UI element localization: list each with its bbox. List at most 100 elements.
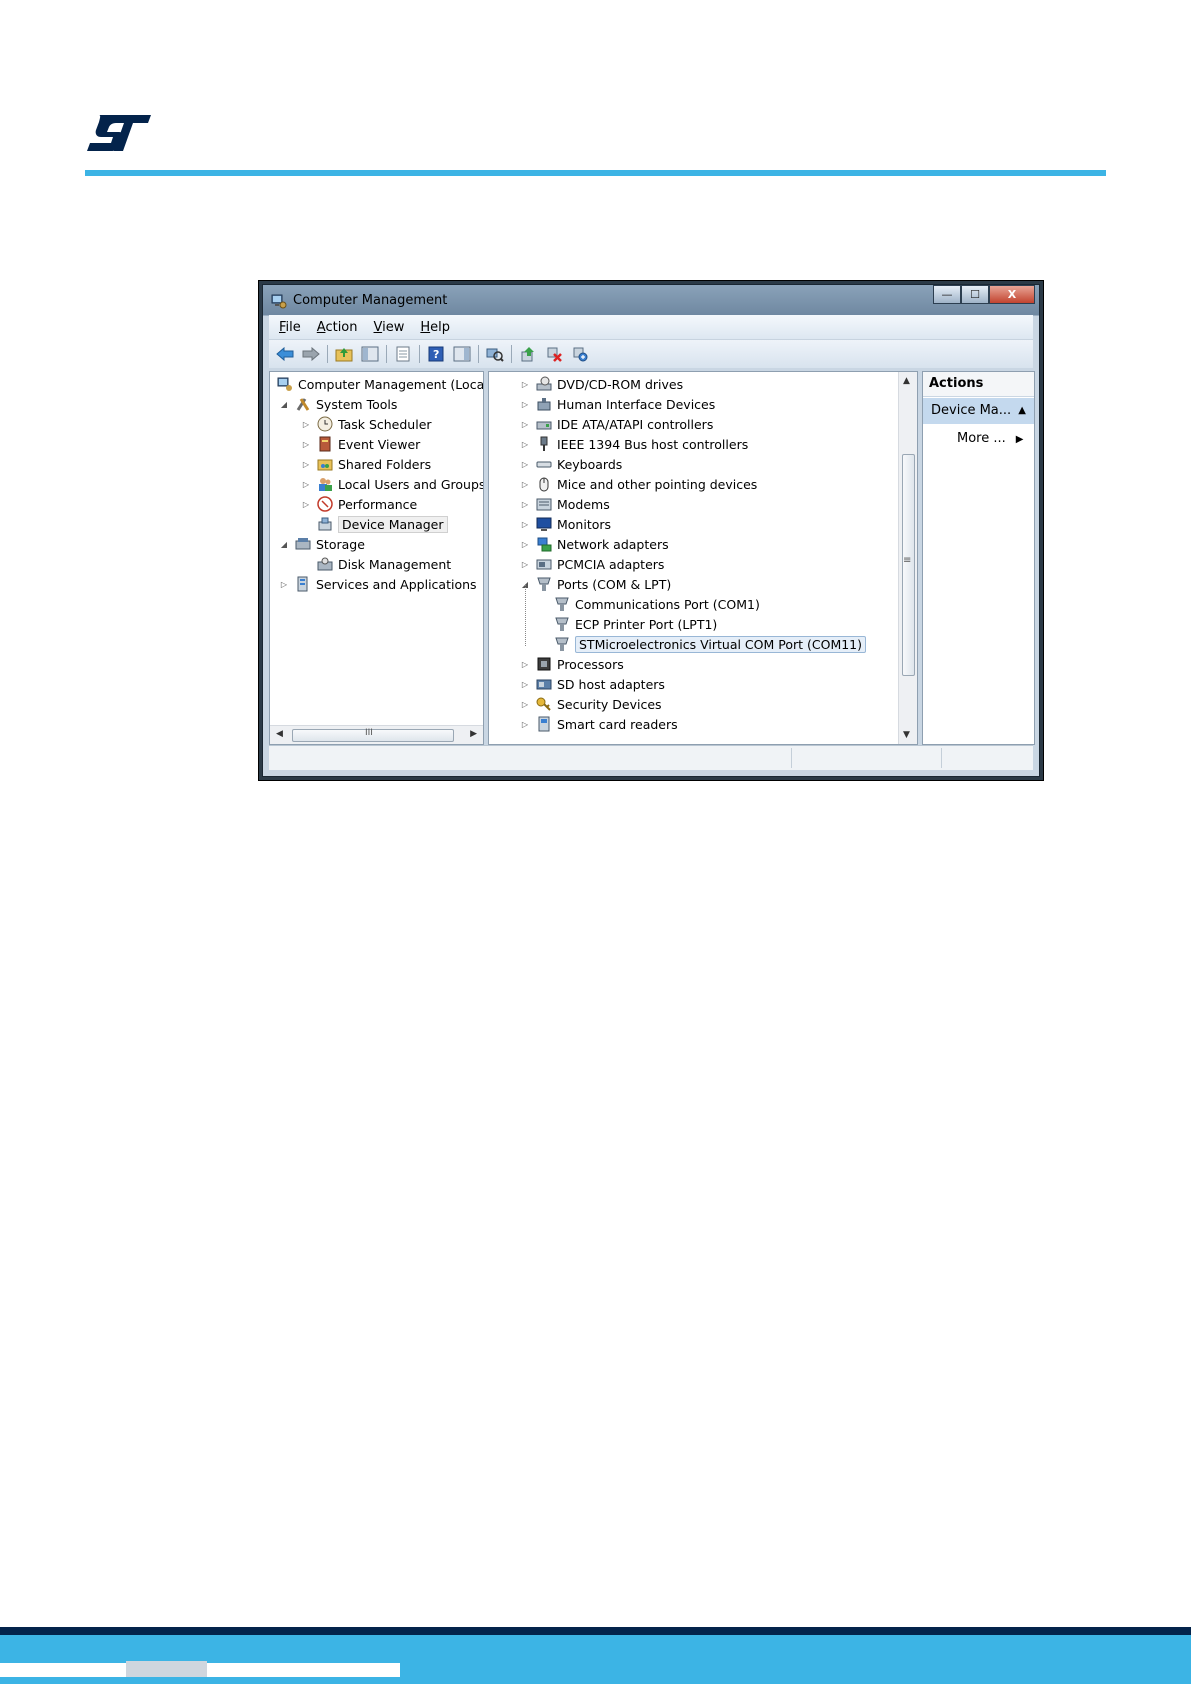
properties-icon[interactable] — [393, 344, 413, 364]
collapsed-arrow-icon[interactable]: ▷ — [519, 680, 531, 689]
actions-device-manager[interactable]: Device Ma... ▲ — [923, 398, 1034, 424]
collapsed-arrow-icon[interactable]: ▷ — [519, 560, 531, 569]
tree-item-disk-management[interactable]: Disk Management — [312, 554, 451, 574]
collapsed-arrow-icon[interactable]: ▷ — [519, 400, 531, 409]
collapsed-arrow-icon[interactable]: ▷ — [519, 540, 531, 549]
collapsed-arrow-icon[interactable]: ▷ — [300, 480, 312, 489]
close-button[interactable]: X — [989, 285, 1035, 304]
minimize-button[interactable]: — — [933, 285, 961, 304]
scan-hardware-icon[interactable] — [485, 344, 505, 364]
tree-item-label: Performance — [338, 496, 418, 512]
monitor-icon — [535, 516, 553, 532]
collapsed-arrow-icon[interactable]: ▷ — [519, 380, 531, 389]
device-category-label: Mice and other pointing devices — [557, 476, 758, 492]
scroll-left-icon[interactable]: ◀ — [276, 729, 283, 739]
firewire-icon — [535, 436, 553, 452]
menu-file[interactable]: File — [279, 320, 301, 335]
collapsed-arrow-icon[interactable]: ▷ — [519, 460, 531, 469]
collapsed-arrow-icon[interactable]: ▷ — [519, 420, 531, 429]
device-category-network[interactable]: ▷ Network adapters — [519, 534, 669, 554]
tree-item-label: Storage — [316, 536, 365, 552]
tree-item-local-users[interactable]: ▷ Local Users and Groups — [300, 474, 483, 494]
device-category-smartcard[interactable]: ▷ Smart card readers — [519, 714, 678, 734]
scroll-down-icon[interactable]: ▼ — [903, 730, 910, 740]
horizontal-scrollbar[interactable]: ◀ III ▶ — [270, 725, 483, 744]
tree-item-system-tools[interactable]: ◢ System Tools — [278, 394, 397, 414]
device-item-lpt1[interactable]: ECP Printer Port (LPT1) — [549, 614, 717, 634]
collapsed-arrow-icon[interactable]: ▷ — [519, 440, 531, 449]
collapsed-arrow-icon[interactable]: ▷ — [519, 520, 531, 529]
enable-device-icon[interactable] — [570, 344, 590, 364]
device-category-hid[interactable]: ▷ Human Interface Devices — [519, 394, 715, 414]
show-hide-tree-icon[interactable] — [360, 344, 380, 364]
tree-item-performance[interactable]: ▷ Performance — [300, 494, 417, 514]
up-folder-icon[interactable] — [334, 344, 354, 364]
collapsed-arrow-icon[interactable]: ▷ — [300, 500, 312, 509]
computer-management-icon — [271, 294, 287, 309]
expanded-arrow-icon[interactable]: ◢ — [278, 400, 290, 409]
device-category-modems[interactable]: ▷ Modems — [519, 494, 610, 514]
tree-item-event-viewer[interactable]: ▷ Event Viewer — [300, 434, 420, 454]
tree-item-computer-management[interactable]: Computer Management (Local — [272, 374, 484, 394]
tree-item-shared-folders[interactable]: ▷ Shared Folders — [300, 454, 431, 474]
device-category-label: Modems — [557, 496, 610, 512]
uninstall-icon[interactable] — [544, 344, 564, 364]
device-category-keyboards[interactable]: ▷ Keyboards — [519, 454, 622, 474]
device-category-security[interactable]: ▷ Security Devices — [519, 694, 662, 714]
keyboard-icon — [535, 456, 553, 472]
device-category-ports[interactable]: ◢ Ports (COM & LPT) — [519, 574, 671, 594]
header-rule — [85, 170, 1106, 176]
device-category-sd[interactable]: ▷ SD host adapters — [519, 674, 665, 694]
device-category-monitors[interactable]: ▷ Monitors — [519, 514, 611, 534]
collapsed-arrow-icon[interactable]: ▷ — [519, 500, 531, 509]
device-category-ide[interactable]: ▷ IDE ATA/ATAPI controllers — [519, 414, 713, 434]
tree-item-services[interactable]: ▷ Services and Applications — [278, 574, 477, 594]
tree-item-device-manager[interactable]: Device Manager — [312, 514, 448, 534]
tree-item-label: Event Viewer — [338, 436, 421, 452]
forward-icon[interactable] — [301, 344, 321, 364]
update-driver-icon[interactable] — [518, 344, 538, 364]
maximize-button[interactable]: ☐ — [961, 285, 989, 304]
scroll-right-icon[interactable]: ▶ — [470, 729, 477, 739]
computer-management-window: Computer Management — ☐ X File Action Vi… — [258, 280, 1044, 781]
more-actions-link[interactable]: More ... ▶ — [957, 428, 1023, 451]
sd-adapter-icon — [535, 676, 553, 692]
scroll-thumb[interactable]: III — [292, 728, 454, 742]
expanded-arrow-icon[interactable]: ◢ — [278, 540, 290, 549]
device-item-com1[interactable]: Communications Port (COM1) — [549, 594, 760, 614]
back-icon[interactable] — [275, 344, 295, 364]
menu-bar: File Action View Help — [269, 315, 1033, 339]
tree-item-storage[interactable]: ◢ Storage — [278, 534, 365, 554]
collapsed-arrow-icon[interactable]: ▷ — [519, 720, 531, 729]
collapse-up-icon[interactable]: ▲ — [1018, 398, 1026, 424]
port-icon — [535, 576, 553, 592]
tree-item-label: Computer Management (Local — [298, 376, 484, 392]
collapsed-arrow-icon[interactable]: ▷ — [519, 660, 531, 669]
vertical-scrollbar[interactable]: ▲ ≡ ▼ — [898, 372, 917, 744]
collapsed-arrow-icon[interactable]: ▷ — [519, 700, 531, 709]
users-icon — [316, 476, 334, 492]
help-icon[interactable]: ? — [426, 344, 446, 364]
device-category-mice[interactable]: ▷ Mice and other pointing devices — [519, 474, 757, 494]
svg-text:?: ? — [433, 348, 439, 361]
collapsed-arrow-icon[interactable]: ▷ — [300, 460, 312, 469]
device-category-processors[interactable]: ▷ Processors — [519, 654, 624, 674]
menu-action[interactable]: Action — [317, 320, 358, 335]
device-category-ieee[interactable]: ▷ IEEE 1394 Bus host controllers — [519, 434, 748, 454]
device-category-dvd[interactable]: ▷ DVD/CD-ROM drives — [519, 374, 683, 394]
menu-view[interactable]: View — [374, 320, 405, 335]
scroll-thumb[interactable]: ≡ — [902, 454, 915, 676]
collapsed-arrow-icon[interactable]: ▷ — [278, 580, 290, 589]
collapsed-arrow-icon[interactable]: ▷ — [300, 420, 312, 429]
tree-item-task-scheduler[interactable]: ▷ Task Scheduler — [300, 414, 432, 434]
device-category-pcmcia[interactable]: ▷ PCMCIA adapters — [519, 554, 665, 574]
scroll-up-icon[interactable]: ▲ — [903, 376, 910, 386]
collapsed-arrow-icon[interactable]: ▷ — [300, 440, 312, 449]
show-action-pane-icon[interactable] — [452, 344, 472, 364]
device-category-label: IDE ATA/ATAPI controllers — [557, 416, 714, 432]
collapsed-arrow-icon[interactable]: ▷ — [519, 480, 531, 489]
window-title: Computer Management — [293, 293, 448, 308]
device-item-com11[interactable]: STMicroelectronics Virtual COM Port (COM… — [549, 634, 867, 654]
menu-help[interactable]: Help — [420, 320, 450, 335]
title-bar[interactable]: Computer Management — ☐ X — [263, 285, 1039, 315]
